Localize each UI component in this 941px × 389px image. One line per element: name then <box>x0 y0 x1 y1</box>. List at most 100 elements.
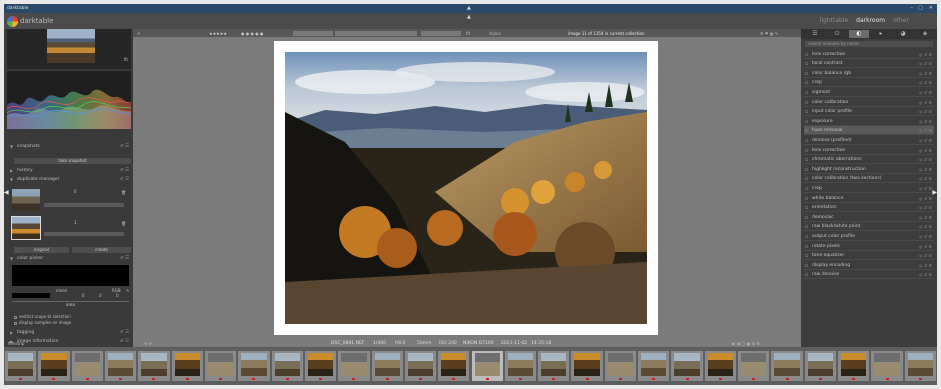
module-preset-icons[interactable]: ◎ ↺ ☰ <box>919 205 932 210</box>
processing-module-row[interactable]: ⏻ output color profile ◎ ↺ ☰ <box>804 231 934 241</box>
reject-icon[interactable]: ✕ <box>137 31 140 36</box>
module-preset-icons[interactable]: ◎ ↺ ☰ <box>919 157 932 162</box>
filmstrip-thumbnail[interactable] <box>304 351 337 381</box>
module-power-icon[interactable]: ⏻ <box>805 148 808 153</box>
module-power-icon[interactable]: ⏻ <box>805 128 808 133</box>
module-preset-icons[interactable]: ◎ ↺ ☰ <box>919 167 932 172</box>
main-photo[interactable] <box>285 52 647 324</box>
processing-module-row[interactable]: ⏻ exposure ◎ ↺ ☰ <box>804 116 934 126</box>
filmstrip-thumbnail[interactable] <box>104 351 137 381</box>
history-header[interactable]: ▶ history ↺ ☰ <box>10 167 131 174</box>
processing-module-row[interactable]: ⏻ demosaic ◎ ↺ ☰ <box>804 212 934 222</box>
module-power-icon[interactable]: ⏻ <box>805 90 808 95</box>
filmstrip-thumbnail[interactable] <box>371 351 403 381</box>
processing-module-row[interactable]: ⏻ lens correction ◎ ↺ ☰ <box>804 145 934 155</box>
display-samples-checkbox[interactable]: display samples on image <box>14 320 71 325</box>
filmstrip-thumbnail[interactable] <box>671 351 703 381</box>
filmstrip-thumbnail[interactable] <box>271 351 303 381</box>
module-power-icon[interactable]: ⏻ <box>805 244 808 249</box>
module-preset-icons[interactable]: ◎ ↺ ☰ <box>919 52 932 57</box>
filmstrip-thumbnail[interactable] <box>604 351 637 381</box>
module-power-icon[interactable]: ⏻ <box>805 263 808 268</box>
processing-module-row[interactable]: ⏻ color balance rgb ◎ ↺ ☰ <box>804 68 934 78</box>
module-search-input[interactable]: search modules by name <box>805 41 933 47</box>
module-preset-icons[interactable]: ◎ ↺ ☰ <box>919 186 932 191</box>
close-button[interactable]: ✕ <box>929 5 933 11</box>
navigation-module[interactable]: fit <box>7 29 131 69</box>
module-preset-icons[interactable]: ◎ ↺ ☰ <box>919 253 932 258</box>
module-power-icon[interactable]: ⏻ <box>805 272 808 277</box>
module-power-icon[interactable]: ⏻ <box>805 196 808 201</box>
tagging-header[interactable]: ▶ tagging ↺ ☰ <box>10 329 131 336</box>
module-preset-icons[interactable]: ◎ ↺ ☰ <box>919 128 932 133</box>
picker-area-button[interactable]: area <box>12 301 129 307</box>
module-power-icon[interactable]: ⏻ <box>805 167 808 172</box>
filmstrip-thumbnail[interactable] <box>504 351 537 381</box>
filmstrip-thumbnail[interactable] <box>38 351 70 381</box>
filmstrip-thumbnail[interactable] <box>204 351 237 381</box>
module-preset-icons[interactable]: ◎ ↺ ☰ <box>919 109 932 114</box>
tab-base[interactable]: ◐ <box>849 30 869 38</box>
module-preset-icons[interactable]: ◎ ↺ ☰ <box>919 215 932 220</box>
filmstrip-thumbnail[interactable] <box>571 351 603 381</box>
left-panel-toggle-icon[interactable]: ◀ <box>4 189 9 196</box>
module-power-icon[interactable]: ⏻ <box>805 176 808 181</box>
processing-module-row[interactable]: ⏻ crop ◎ ↺ ☰ <box>804 183 934 193</box>
filmstrip-thumbnail[interactable] <box>838 351 870 381</box>
processing-module-row[interactable]: ⏻ color calibration (two sections) ◎ ↺ ☰ <box>804 174 934 184</box>
picker-mode-select[interactable]: mean <box>56 288 67 293</box>
processing-module-row[interactable]: ⏻ lens correction ◎ ↺ ☰ <box>804 49 934 59</box>
processing-module-row[interactable]: ⏻ rotate pixels ◎ ↺ ☰ <box>804 241 934 251</box>
processing-module-row[interactable]: ⏻ tone equalizer ◎ ↺ ☰ <box>804 251 934 261</box>
view-other[interactable]: other <box>893 17 909 24</box>
module-power-icon[interactable]: ⏻ <box>805 224 808 229</box>
navigation-thumbnail[interactable] <box>47 29 95 63</box>
processing-module-row[interactable]: ⏻ haze removal ◎ ↺ ☰ <box>804 125 934 136</box>
tab-tone[interactable]: ▸ <box>871 30 891 38</box>
reset-icon[interactable]: ↺ ☰ <box>120 144 129 149</box>
module-preset-icons[interactable]: ◎ ↺ ☰ <box>919 100 932 105</box>
module-preset-icons[interactable]: ◎ ↺ ☰ <box>919 80 932 85</box>
duplicate-thumbnail-selected[interactable] <box>11 216 41 240</box>
processing-module-row[interactable]: ⏻ color calibration ◎ ↺ ☰ <box>804 97 934 107</box>
filmstrip-thumbnail[interactable] <box>904 351 936 381</box>
star-rating[interactable]: ★★★★★ <box>209 31 227 36</box>
module-power-icon[interactable]: ⏻ <box>805 234 808 239</box>
duplicate-preview-slider[interactable] <box>44 232 124 236</box>
module-power-icon[interactable]: ⏻ <box>805 205 808 210</box>
filmstrip-thumbnail[interactable] <box>338 351 370 381</box>
processing-module-row[interactable]: ⏻ local contrast ◎ ↺ ☰ <box>804 59 934 69</box>
filmstrip-thumbnail[interactable] <box>171 351 203 381</box>
module-preset-icons[interactable]: ◎ ↺ ☰ <box>919 244 932 249</box>
maximize-button[interactable]: ▢ <box>918 5 923 11</box>
filmstrip-tools-icons[interactable]: ◐ ◑ ▢ ▦ ⊞ ⚙ <box>732 341 760 346</box>
duplicate-preview-slider[interactable] <box>44 203 124 207</box>
filmstrip-thumbnail[interactable] <box>704 351 737 381</box>
original-button[interactable]: original <box>14 247 69 253</box>
tab-quick-access[interactable]: ☰ <box>805 30 825 38</box>
zoom-select[interactable] <box>293 30 333 36</box>
tab-active-modules[interactable]: ⏻ <box>827 30 847 38</box>
module-preset-icons[interactable]: ◎ ↺ ☰ <box>919 263 932 268</box>
module-power-icon[interactable]: ⏻ <box>805 61 808 66</box>
module-preset-icons[interactable]: ◎ ↺ ☰ <box>919 61 932 66</box>
style-select[interactable] <box>335 30 417 36</box>
module-power-icon[interactable]: ⏻ <box>805 157 808 162</box>
module-power-icon[interactable]: ⏻ <box>805 109 808 114</box>
duplicate-manager-header[interactable]: ▼ duplicate manager ↺ ☰ <box>10 176 131 183</box>
module-power-icon[interactable]: ⏻ <box>805 215 808 220</box>
processing-module-row[interactable]: ⏻ denoise (profiled) ◎ ↺ ☰ <box>804 135 934 145</box>
processing-module-row[interactable]: ⏻ orientation ◎ ↺ ☰ <box>804 203 934 213</box>
view-lighttable[interactable]: lighttable <box>820 17 849 24</box>
reset-icon[interactable]: ↺ ☰ <box>120 168 129 173</box>
module-preset-icons[interactable]: ◎ ↺ ☰ <box>919 234 932 239</box>
histogram[interactable] <box>7 71 131 129</box>
processing-module-row[interactable]: ⏻ highlight reconstruction ◎ ↺ ☰ <box>804 164 934 174</box>
filmstrip-thumbnail[interactable] <box>538 351 570 381</box>
module-preset-icons[interactable]: ◎ ↺ ☰ <box>919 176 932 181</box>
module-power-icon[interactable]: ⏻ <box>805 253 808 258</box>
module-power-icon[interactable]: ⏻ <box>805 138 808 143</box>
module-power-icon[interactable]: ⏻ <box>805 119 808 124</box>
module-power-icon[interactable]: ⏻ <box>805 80 808 85</box>
module-preset-icons[interactable]: ◎ ↺ ☰ <box>919 224 932 229</box>
